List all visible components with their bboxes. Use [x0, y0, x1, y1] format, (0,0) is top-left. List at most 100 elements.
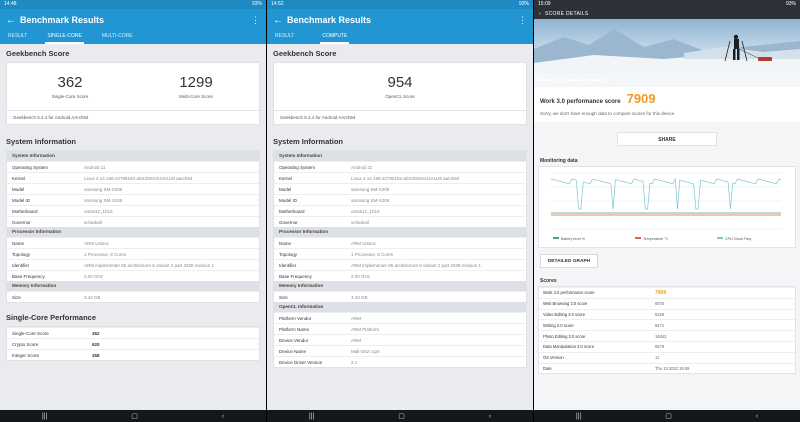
score-row: Web Browsing 3.0 score 6875: [539, 297, 795, 309]
table-row: Operating System Android 11: [274, 161, 526, 172]
row-key: Device Vendor: [279, 337, 309, 343]
status-time: 15:09: [538, 1, 551, 7]
tab-multi-core[interactable]: MULTI-CORE: [100, 31, 135, 44]
recent-apps-icon[interactable]: |||: [576, 413, 581, 420]
score-section-title: Geekbench Score: [273, 49, 337, 58]
row-key: Platform Name: [279, 326, 310, 332]
home-icon[interactable]: ▢: [131, 412, 138, 420]
legend-label: Temperature °C: [643, 237, 669, 241]
score-name: Web Browsing 3.0 score: [543, 301, 588, 307]
table-row: Crypto Score 620: [7, 338, 259, 349]
row-key: Motherboard: [12, 208, 38, 214]
score-section-title: Geekbench Score: [6, 49, 70, 58]
row-key: Kernel: [279, 175, 293, 181]
score-label: Multi-Core Score: [179, 94, 213, 99]
scores-table: Work 3.0 performance score 7909 Web Browsi…: [538, 286, 796, 375]
home-icon[interactable]: ▢: [665, 412, 672, 420]
table-row: Base Frequency 2.00 GHz: [274, 270, 526, 281]
status-battery: 93%: [518, 1, 529, 7]
performance-score-value: 7909: [626, 91, 656, 106]
recent-apps-icon[interactable]: |||: [309, 413, 314, 420]
row-value: samsung SM-X205: [84, 186, 123, 192]
single-core-score: 362 Single-Core Score: [7, 74, 133, 99]
status-time: 14:48: [4, 1, 17, 7]
table-row: Governor schedutil: [274, 216, 526, 227]
table-row: Device Driver Version 2.1: [274, 356, 526, 367]
recent-apps-icon[interactable]: |||: [42, 413, 47, 420]
back-arrow-icon[interactable]: ←: [6, 15, 20, 26]
score-name: Data Manipulation 3.0 score: [543, 344, 594, 350]
score-details-header: ‹ SCORE DETAILS: [534, 9, 800, 19]
share-button[interactable]: SHARE: [617, 132, 717, 146]
table-row: Kernel Linux 4.14.199-22795182-abX205XXU3…: [274, 172, 526, 183]
table-group-header: Processor Information: [7, 227, 259, 237]
score-value: 8471: [655, 322, 665, 328]
row-key: Topology: [12, 251, 31, 257]
score-row: Writing 3.0 score 8471: [539, 319, 795, 330]
back-arrow-icon[interactable]: ‹: [539, 11, 541, 17]
panel-compute: 14:52 93% ← Benchmark Results ⋮ RESULT C…: [267, 0, 533, 422]
legend-swatch: [635, 237, 641, 239]
status-time: 14:52: [271, 1, 284, 7]
tab-compute[interactable]: COMPUTE: [320, 31, 350, 44]
row-key: Operating System: [12, 164, 49, 170]
detailed-graph-button[interactable]: DETAILED GRAPH: [540, 254, 598, 268]
row-value: 362: [92, 330, 100, 336]
page-title: Benchmark Results: [20, 15, 105, 25]
score-row: Video Editing 3.0 score 5329: [539, 308, 795, 320]
row-value: 1 Processor, 8 Cores: [351, 251, 394, 257]
page-title: Benchmark Results: [287, 15, 372, 25]
table-group-header: Memory Information: [7, 281, 259, 291]
tab-result[interactable]: RESULT: [273, 31, 296, 44]
row-value: schedutil: [84, 219, 102, 225]
table-group-header: System Information: [274, 151, 526, 161]
row-value: samsung SM-X205: [84, 197, 123, 203]
row-key: Governor: [12, 219, 31, 225]
panel-pcmark-score-details: 15:09 93% ‹ SCORE DETAILS Work 3.0 perfo…: [534, 0, 800, 422]
status-bar: 14:48 93%: [0, 0, 266, 9]
opencl-score: 954 OpenCL Score: [274, 74, 526, 99]
table-row: Base Frequency 2.00 GHz: [7, 270, 259, 281]
row-key: Base Frequency: [12, 273, 45, 279]
row-value: ARM: [351, 315, 361, 321]
header-title: SCORE DETAILS: [544, 11, 589, 17]
back-icon[interactable]: ‹: [756, 413, 758, 420]
tab-result[interactable]: RESULT: [6, 31, 29, 44]
more-menu-icon[interactable]: ⋮: [251, 15, 260, 26]
row-value: Linux 4.14.199-22795182-abX205XXU3AUJ8 a…: [84, 175, 193, 181]
perf-table: Single-Core Score 362 Crypto Score 620 Integ…: [6, 326, 260, 361]
row-key: Motherboard: [279, 208, 305, 214]
legend-swatch: [717, 237, 723, 239]
tab-bar: RESULT COMPUTE: [267, 31, 533, 44]
android-nav-bar: ||| ▢ ‹: [267, 410, 533, 422]
row-value: 3.43 GB: [84, 294, 101, 300]
back-arrow-icon[interactable]: ←: [273, 15, 287, 26]
table-row: Size 3.43 GB: [274, 291, 526, 302]
home-icon[interactable]: ▢: [398, 412, 405, 420]
score-value: 362: [57, 74, 83, 91]
legend-label: CPU Clock Freq: [725, 237, 751, 241]
back-icon[interactable]: ‹: [222, 413, 224, 420]
row-value: schedutil: [351, 219, 369, 225]
row-key: Single-Core Score: [12, 330, 49, 336]
perf-section-title: Single-Core Performance: [6, 313, 97, 322]
table-row: Model samsung SM-X205: [274, 183, 526, 194]
score-value: 7909: [655, 289, 667, 296]
row-value: 3.43 GB: [351, 294, 368, 300]
score-name: Video Editing 3.0 score: [543, 311, 586, 317]
back-icon[interactable]: ‹: [489, 413, 491, 420]
row-value: ARM implementer 65 architecture 8 varian…: [84, 262, 215, 268]
score-row: Date Thu 13 2022 15:09: [539, 362, 795, 374]
row-key: Governor: [279, 219, 298, 225]
score-value: 954: [387, 74, 413, 91]
table-group-header: System Information: [7, 151, 259, 161]
score-value: 6679: [655, 344, 665, 350]
tab-single-core[interactable]: SINGLE-CORE: [45, 31, 84, 44]
monitoring-title: Monitoring data: [540, 158, 578, 164]
row-value: ARM implementer 65 architecture 8 varian…: [351, 262, 482, 268]
row-value: 2.00 GHz: [351, 273, 371, 279]
score-value: Thu 13 2022 15:09: [655, 365, 690, 371]
row-key: Size: [279, 294, 288, 300]
more-menu-icon[interactable]: ⋮: [518, 15, 527, 26]
table-row: Platform Vendor ARM: [274, 312, 526, 323]
